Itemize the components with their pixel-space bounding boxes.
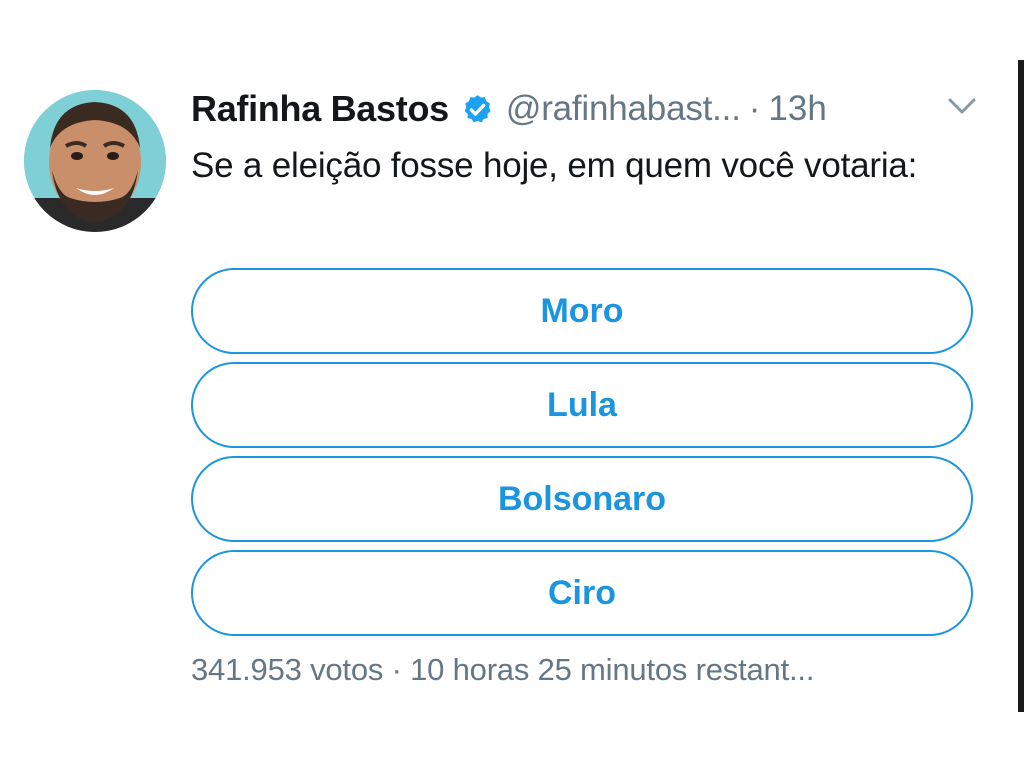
poll-option-bolsonaro[interactable]: Bolsonaro bbox=[191, 456, 973, 542]
tweet-screenshot: Rafinha Bastos @rafinhabast... · 13h Se … bbox=[0, 0, 1024, 768]
separator-dot: · bbox=[748, 89, 761, 128]
poll-footer: 341.953 votos · 10 horas 25 minutos rest… bbox=[191, 652, 815, 687]
poll-option-lula[interactable]: Lula bbox=[191, 362, 973, 448]
poll-option-moro[interactable]: Moro bbox=[191, 268, 973, 354]
display-name[interactable]: Rafinha Bastos bbox=[191, 88, 449, 130]
avatar-photo bbox=[24, 90, 166, 232]
verified-badge-icon bbox=[461, 93, 494, 126]
chevron-down-icon[interactable] bbox=[946, 94, 978, 118]
tweet-header: Rafinha Bastos @rafinhabast... · 13h bbox=[191, 84, 991, 134]
scrollbar-edge bbox=[1018, 60, 1024, 712]
tweet-text: Se a eleição fosse hoje, em quem você vo… bbox=[191, 146, 918, 185]
avatar[interactable] bbox=[24, 90, 166, 232]
author-handle[interactable]: @rafinhabast... bbox=[506, 89, 741, 129]
poll: Moro Lula Bolsonaro Ciro bbox=[191, 268, 973, 644]
tweet-timestamp[interactable]: 13h bbox=[768, 89, 826, 129]
poll-option-ciro[interactable]: Ciro bbox=[191, 550, 973, 636]
